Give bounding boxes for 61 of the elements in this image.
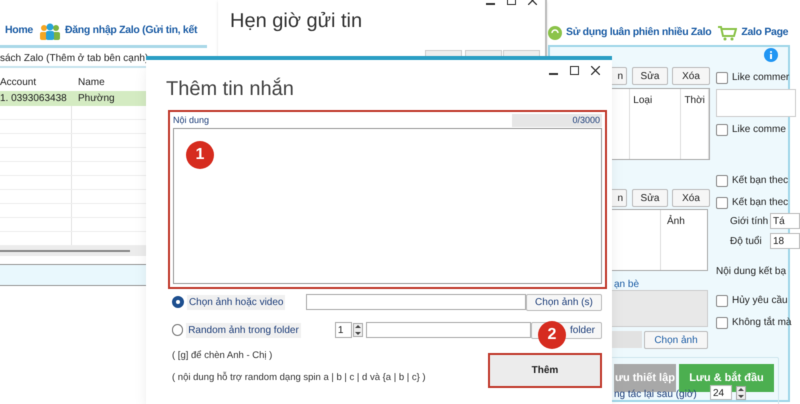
spinner-icon <box>352 323 363 337</box>
minimize-icon <box>549 73 558 75</box>
window-title: Hẹn giờ gửi tin <box>230 9 362 34</box>
text-field[interactable] <box>716 89 796 117</box>
minimize-icon <box>486 3 495 5</box>
checkbox-label: Like comme <box>732 123 786 137</box>
field-label: Nội dung kết bạ <box>716 265 786 279</box>
checkbox-label: Kết bạn thec <box>732 174 788 188</box>
checkbox[interactable] <box>716 174 728 186</box>
cart-icon <box>717 25 738 41</box>
path-field[interactable] <box>366 322 531 338</box>
checkbox[interactable] <box>716 72 728 84</box>
radio-button[interactable] <box>172 324 184 336</box>
field-label: Độ tuổi <box>730 234 763 248</box>
table-row[interactable]: 1. 0393063438 Phường <box>0 91 146 106</box>
table-cell-text: Phường <box>77 92 116 106</box>
button[interactable]: Xóa <box>672 189 710 207</box>
close-icon <box>591 66 600 75</box>
checkbox[interactable] <box>716 124 728 136</box>
spinner-icon <box>736 386 746 400</box>
checkbox[interactable] <box>716 196 728 208</box>
column-header[interactable]: Name <box>72 75 146 91</box>
checkbox-label: Hủy yêu cầu <box>732 294 788 308</box>
checkbox[interactable] <box>716 294 728 306</box>
button[interactable]: Sửa <box>632 67 668 85</box>
column-header[interactable]: Thời <box>681 89 709 159</box>
toolbar-link[interactable]: Zalo Page <box>741 25 788 41</box>
button[interactable]: Sửa <box>632 189 668 207</box>
checkbox-label: Không tắt mà <box>732 315 792 330</box>
hint-text: ( nội dung hỗ trợ random dạng spin a | b | c | d và {a | b | c} ) <box>172 371 426 386</box>
field-label: Nội dung <box>173 114 210 127</box>
checkbox-label: Like commer <box>732 71 790 85</box>
input-field[interactable]: Tá <box>770 213 800 229</box>
radio-button[interactable] <box>172 296 184 308</box>
table-cell-text: 1. 0393063438 <box>0 92 68 106</box>
radio-label[interactable]: Chọn ảnh hoặc video <box>186 294 286 310</box>
add-button[interactable]: Thêm <box>488 353 602 388</box>
column-header[interactable]: Ảnh <box>661 210 707 270</box>
button[interactable]: Xóa <box>672 67 710 85</box>
maximize-icon <box>570 66 579 75</box>
info-icon <box>764 48 778 62</box>
column-header[interactable]: Loại <box>630 89 682 159</box>
column-header[interactable]: Account <box>0 75 72 91</box>
character-counter: 0/3000 <box>512 114 602 128</box>
input-field[interactable]: 18 <box>770 233 800 249</box>
radio-label[interactable]: Random ảnh trong folder <box>186 322 301 338</box>
toolbar-link[interactable]: Đăng nhập Zalo (Gửi tin, kết <box>64 23 198 39</box>
toolbar-link[interactable]: Home <box>5 23 33 39</box>
hint-text: ( [g] để chèn Anh - Chị ) <box>172 349 274 363</box>
checkbox[interactable] <box>716 316 728 328</box>
path-field[interactable] <box>306 294 526 310</box>
checkbox-label: Kết bạn thec <box>732 196 788 210</box>
button[interactable]: Chọn ảnh <box>644 331 708 349</box>
button[interactable]: Chọn ảnh (s) <box>526 294 602 310</box>
scrollbar[interactable] <box>0 246 146 256</box>
people-icon <box>38 22 61 40</box>
section-label: ạn bè <box>614 278 640 292</box>
number-field[interactable]: 1 <box>334 322 352 338</box>
number-field[interactable]: 24 <box>710 385 732 400</box>
dialog-title: Thêm tin nhắn <box>166 76 294 102</box>
toolbar-link[interactable]: Sử dụng luân phiên nhiều Zalo <box>566 25 712 41</box>
